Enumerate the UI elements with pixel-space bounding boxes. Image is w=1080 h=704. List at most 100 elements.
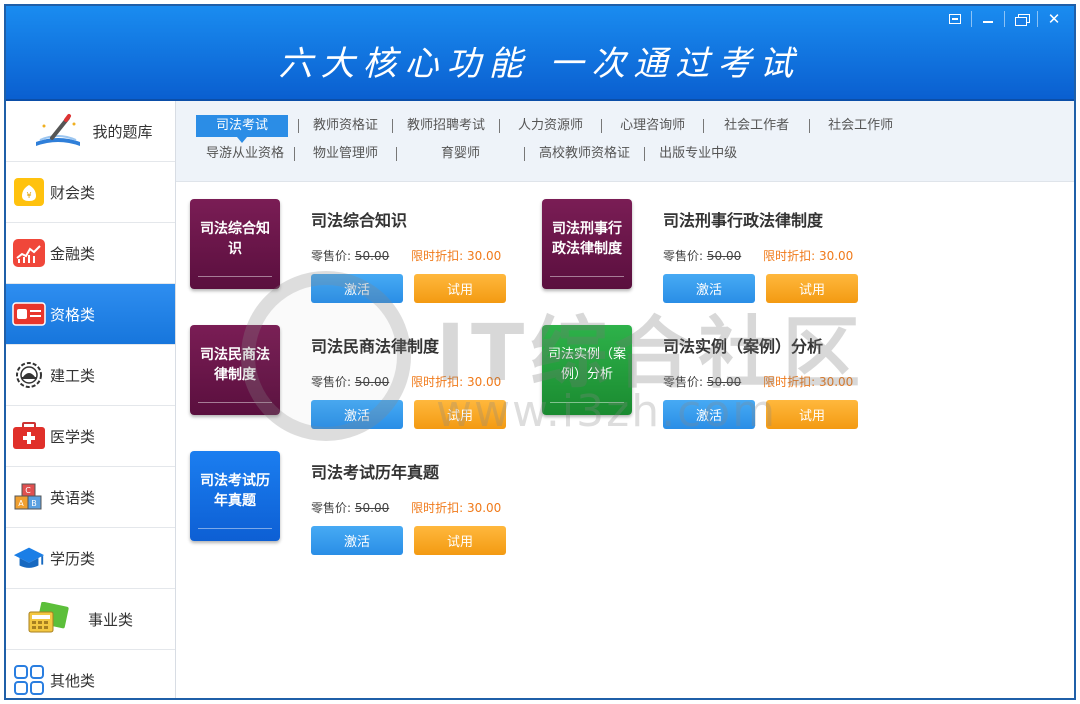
product-card: 司法民商法律制度 司法民商法律制度 零售价: 50.00 限时折扣: 30.00… (190, 325, 550, 440)
trial-button[interactable]: 试用 (766, 274, 858, 303)
tab-row-2: 导游从业资格 物业管理师 育婴师 高校教师资格证 出版专业中级 (200, 143, 747, 165)
sidebar-item-label: 事业类 (88, 610, 134, 629)
construction-gear-icon (12, 360, 46, 390)
trial-button[interactable]: 试用 (414, 400, 506, 429)
sidebar-item-label: 金融类 (50, 244, 96, 263)
tab-publishing-intermediate[interactable]: 出版专业中级 (649, 143, 747, 165)
svg-text:¥: ¥ (26, 191, 31, 200)
divider (396, 147, 398, 161)
divider (601, 119, 603, 133)
grid-squares-icon (12, 665, 46, 695)
price-row: 零售价: 50.00 限时折扣: 30.00 (663, 373, 853, 390)
category-sidebar: 我的题库 ¥ 财会类 金融类 资格类 建工类 医学类 C A B 英语类 学历类… (6, 101, 176, 698)
tab-social-worker[interactable]: 社会工作者 (708, 115, 805, 137)
sidebar-item-qualification[interactable]: 资格类 (6, 284, 175, 345)
product-cover[interactable]: 司法刑事行政法律制度 (542, 199, 632, 289)
discount-label: 限时折扣: (411, 501, 464, 515)
tab-property-manager[interactable]: 物业管理师 (299, 143, 392, 165)
tab-teacher-qualification[interactable]: 教师资格证 (303, 115, 388, 137)
retail-price: 50.00 (706, 375, 742, 389)
discount-label: 限时折扣: (763, 249, 816, 263)
sidebar-item-medical[interactable]: 医学类 (6, 406, 175, 467)
tab-psych-counselor[interactable]: 心理咨询师 (606, 115, 699, 137)
sidebar-item-label: 英语类 (50, 488, 96, 507)
tab-teacher-recruitment[interactable]: 教师招聘考试 (397, 115, 495, 137)
price-row: 零售价: 50.00 限时折扣: 30.00 (311, 247, 501, 264)
sidebar-item-english[interactable]: CAB 英语类 (6, 467, 175, 528)
product-title: 司法实例（案例）分析 (663, 337, 824, 356)
price-row: 零售价: 50.00 限时折扣: 30.00 (311, 499, 501, 516)
pen-book-icon (28, 111, 88, 151)
product-cover[interactable]: 司法考试历年真题 (190, 451, 280, 541)
product-title: 司法民商法律制度 (311, 337, 440, 356)
discount-label: 限时折扣: (411, 249, 464, 263)
trial-button[interactable]: 试用 (414, 526, 506, 555)
sidebar-item-label: 财会类 (50, 183, 96, 202)
product-cover[interactable]: 司法综合知识 (190, 199, 280, 289)
product-title: 司法刑事行政法律制度 (663, 211, 824, 230)
restore-icon[interactable] (1005, 8, 1037, 30)
sidebar-item-other[interactable]: 其他类 (6, 650, 175, 698)
id-card-icon (12, 299, 46, 329)
trial-button[interactable]: 试用 (766, 400, 858, 429)
trial-button[interactable]: 试用 (414, 274, 506, 303)
activate-button[interactable]: 激活 (311, 274, 403, 303)
calculator-icon (24, 601, 74, 637)
medical-kit-icon (12, 421, 46, 451)
discount-price: 30.00 (466, 501, 502, 515)
divider (298, 119, 300, 133)
divider (644, 147, 646, 161)
price-label: 零售价: (663, 375, 704, 389)
product-card: 司法考试历年真题 司法考试历年真题 零售价: 50.00 限时折扣: 30.00… (190, 451, 550, 566)
product-card: 司法刑事行政法律制度 司法刑事行政法律制度 零售价: 50.00 限时折扣: 3… (542, 199, 902, 314)
exam-tabs: 司法考试 教师资格证 教师招聘考试 人力资源师 心理咨询师 社会工作者 社会工作… (176, 101, 1074, 182)
retail-price: 50.00 (354, 375, 390, 389)
sidebar-item-label: 学历类 (50, 549, 96, 568)
app-window: 六大核心功能 一次通过考试 ✕ 我的题库 ¥ 财会类 金融类 资格类 建工类 医… (4, 4, 1076, 700)
price-label: 零售价: (663, 249, 704, 263)
product-cover[interactable]: 司法民商法律制度 (190, 325, 280, 415)
tab-nursery-teacher[interactable]: 育婴师 (401, 143, 520, 165)
price-label: 零售价: (311, 375, 352, 389)
close-icon[interactable]: ✕ (1038, 8, 1070, 30)
activate-button[interactable]: 激活 (663, 274, 755, 303)
svg-text:B: B (31, 499, 37, 508)
abc-blocks-icon: CAB (12, 482, 46, 512)
discount-price: 30.00 (466, 249, 502, 263)
divider (809, 119, 811, 133)
divider (703, 119, 705, 133)
minimize-icon[interactable] (972, 8, 1004, 30)
sidebar-item-finance-accounting[interactable]: ¥ 财会类 (6, 162, 175, 223)
sidebar-item-education[interactable]: 学历类 (6, 528, 175, 589)
tab-social-work-specialist[interactable]: 社会工作师 (814, 115, 907, 137)
sidebar-item-public-institution[interactable]: 事业类 (6, 589, 175, 650)
svg-text:C: C (25, 486, 31, 495)
sidebar-item-construction[interactable]: 建工类 (6, 345, 175, 406)
sidebar-item-label: 资格类 (50, 305, 96, 324)
price-label: 零售价: (311, 249, 352, 263)
sidebar-item-my-bank[interactable]: 我的题库 (6, 101, 175, 162)
tab-college-teacher[interactable]: 高校教师资格证 (529, 143, 640, 165)
tab-judicial-exam[interactable]: 司法考试 (196, 115, 289, 143)
activate-button[interactable]: 激活 (311, 400, 403, 429)
retail-price: 50.00 (354, 501, 390, 515)
sidebar-item-label: 建工类 (50, 366, 96, 385)
divider (499, 119, 501, 133)
header-banner: 六大核心功能 一次通过考试 ✕ (6, 6, 1074, 101)
activate-button[interactable]: 激活 (311, 526, 403, 555)
product-cover[interactable]: 司法实例（案例）分析 (542, 325, 632, 415)
divider (294, 147, 296, 161)
price-row: 零售价: 50.00 限时折扣: 30.00 (663, 247, 853, 264)
dropdown-box-icon[interactable] (939, 8, 971, 30)
activate-button[interactable]: 激活 (663, 400, 755, 429)
svg-text:A: A (18, 499, 24, 508)
header-slogan: 六大核心功能 一次通过考试 (278, 44, 802, 84)
product-title: 司法考试历年真题 (311, 463, 440, 482)
product-grid: 司法综合知识 司法综合知识 零售价: 50.00 限时折扣: 30.00 激活 … (176, 183, 1074, 698)
tab-hr-specialist[interactable]: 人力资源师 (504, 115, 597, 137)
tab-tour-guide[interactable]: 导游从业资格 (200, 143, 290, 165)
product-card: 司法实例（案例）分析 司法实例（案例）分析 零售价: 50.00 限时折扣: 3… (542, 325, 902, 440)
product-title: 司法综合知识 (311, 211, 408, 230)
price-row: 零售价: 50.00 限时折扣: 30.00 (311, 373, 501, 390)
sidebar-item-finance[interactable]: 金融类 (6, 223, 175, 284)
